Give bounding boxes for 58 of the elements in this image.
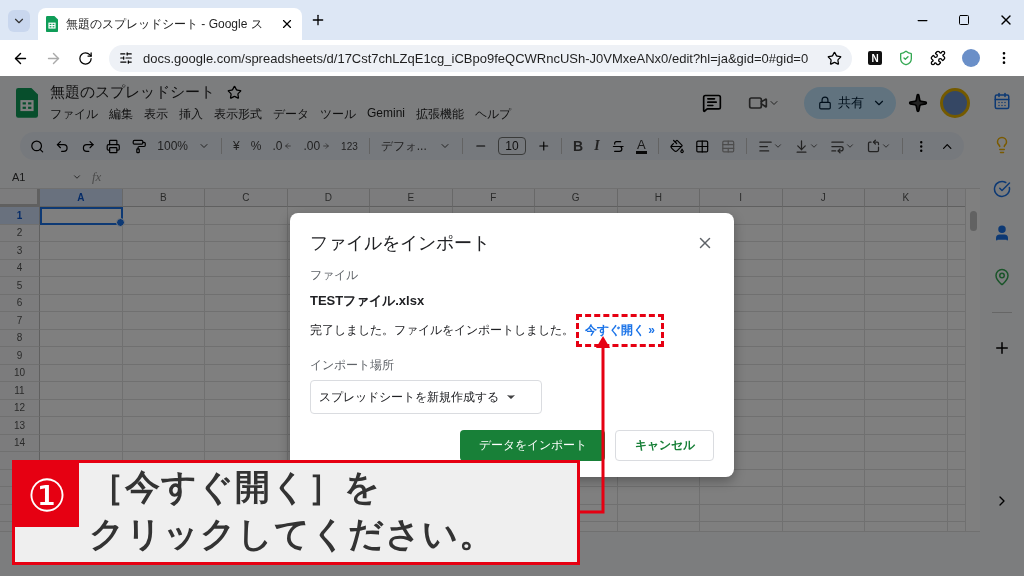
name-box[interactable]: A1	[12, 171, 82, 183]
column-header[interactable]: K	[865, 189, 948, 207]
menu-item[interactable]: 表示	[144, 106, 168, 123]
field-label: ファイル	[310, 267, 359, 284]
bold-button[interactable]: B	[573, 138, 584, 154]
currency-button[interactable]: ¥	[233, 139, 240, 153]
row-header[interactable]: 3	[0, 242, 40, 260]
decrease-decimal-button[interactable]: .0	[272, 139, 293, 153]
menu-item[interactable]: ファイル	[50, 106, 98, 123]
menu-item[interactable]: ヘルプ	[475, 106, 511, 123]
text-color-button[interactable]: A	[636, 138, 647, 154]
instruction-text: クリックしてください。	[89, 513, 495, 555]
menu-item[interactable]: 挿入	[179, 106, 203, 123]
address-bar[interactable]: docs.google.com/spreadsheets/d/17Cst7chLZqE1cg_iCBpo9feQCWRncUSh-J0VMxeANx0/edit?hl=ja&gid=0#gid=0	[109, 44, 852, 72]
cancel-button[interactable]: キャンセル	[615, 430, 714, 461]
menu-item[interactable]: 拡張機能	[416, 106, 464, 123]
row-header[interactable]: 1	[0, 207, 40, 225]
row-header[interactable]: 11	[0, 382, 40, 400]
font-size-field[interactable]: 10	[498, 137, 526, 155]
row-header[interactable]: 13	[0, 417, 40, 435]
file-name: TESTファイル.xlsx	[310, 292, 426, 310]
zoom-select[interactable]: 100%	[157, 139, 211, 153]
step-badge: ①	[15, 463, 79, 527]
row-header[interactable]: 7	[0, 312, 40, 330]
location-dropdown[interactable]: スプレッドシートを新規作成する	[310, 380, 542, 414]
column-header[interactable]: E	[370, 189, 453, 207]
column-header[interactable]: A	[40, 189, 123, 207]
menu-item[interactable]: Gemini	[367, 106, 405, 123]
column-header[interactable]: J	[782, 189, 865, 207]
tab-title: 無題のスプレッドシート - Google ス	[66, 15, 264, 33]
column-header[interactable]: H	[617, 189, 700, 207]
column-header[interactable]: I	[700, 189, 783, 207]
column-header[interactable]: F	[452, 189, 535, 207]
browser-tab[interactable]: 無題のスプレッドシート - Google ス	[38, 8, 302, 40]
menu-item[interactable]: 編集	[109, 106, 133, 123]
extension-icon[interactable]: N	[868, 51, 882, 65]
column-header[interactable]: D	[287, 189, 370, 207]
row-header[interactable]: 5	[0, 277, 40, 295]
dialog-title: ファイルをインポート	[310, 232, 490, 255]
row-header[interactable]: 9	[0, 347, 40, 365]
column-header[interactable]: B	[122, 189, 205, 207]
column-header[interactable]: G	[535, 189, 618, 207]
share-button[interactable]: 共有	[804, 87, 896, 119]
percent-button[interactable]: %	[250, 139, 262, 153]
italic-button[interactable]: I	[594, 138, 600, 154]
open-now-link[interactable]: 今すぐ開く »	[585, 322, 655, 339]
document-title[interactable]: 無題のスプレッドシート	[50, 83, 215, 102]
instruction-text: ［今すぐ開く］を	[89, 466, 382, 508]
menu-item[interactable]: ツール	[320, 106, 356, 123]
number-format-button[interactable]: 123	[341, 140, 358, 152]
field-label: インポート場所	[310, 357, 395, 374]
menu-item[interactable]: データ	[273, 106, 309, 123]
increase-decimal-button[interactable]: .00	[303, 139, 331, 153]
import-button[interactable]: データをインポート	[460, 430, 605, 461]
font-select[interactable]: デフォ...	[380, 137, 451, 155]
status-message: 完了しました。ファイルをインポートしました。	[310, 322, 574, 339]
menu-item[interactable]: 表示形式	[214, 106, 262, 123]
column-header[interactable]: C	[205, 189, 288, 207]
